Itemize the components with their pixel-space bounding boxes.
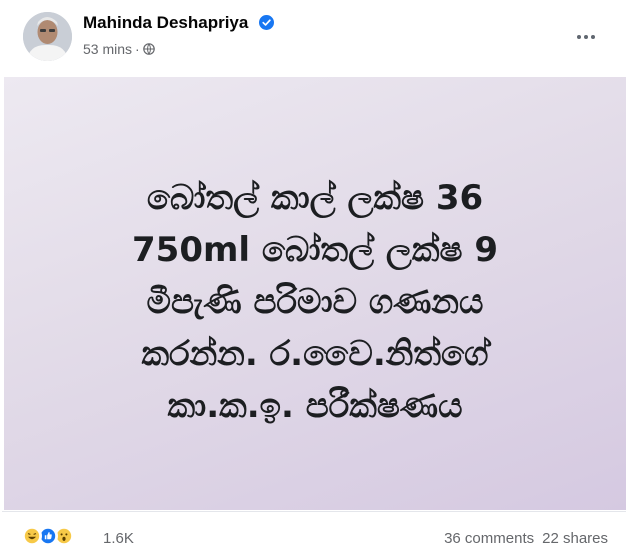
image-text-line: 750ml බෝතල් ලක්ෂ 9 [132,230,498,270]
reaction-count[interactable]: 1.6K [103,530,134,547]
post-image[interactable]: බෝතල් කාල් ලක්ෂ 36 750ml බෝතල් ලක්ෂ 9 මී… [4,77,626,510]
comments-count[interactable]: 36 comments [444,530,534,547]
author-name[interactable]: Mahinda Deshapriya [83,13,275,33]
post-card: Mahinda Deshapriya 53 mins · බෝතල් කාල් ල… [2,0,626,547]
more-options-icon [577,35,581,39]
post-header: Mahinda Deshapriya 53 mins · [2,0,626,76]
globe-icon[interactable] [142,43,155,55]
post-meta: 53 mins · [83,41,155,57]
meta-separator: · [135,41,140,57]
post-image-text: බෝතල් කාල් ලක්ෂ 36 750ml බෝතල් ලක්ෂ 9 මී… [4,172,626,432]
post-timestamp[interactable]: 53 mins [83,41,132,57]
more-options-button[interactable] [568,21,604,53]
haha-icon [22,526,42,546]
more-options-dot [591,35,595,39]
post-stats: 36 comments 22 shares [444,530,608,547]
avatar[interactable] [23,12,72,61]
more-options-dot [584,35,588,39]
image-text-line: කරන්න. ර.වෛ.නිත්ගේ [141,334,489,374]
image-text-line: බෝතල් කාල් ලක්ෂ 36 [146,178,484,218]
author-name-text[interactable]: Mahinda Deshapriya [83,13,248,32]
verified-badge-icon [259,15,275,30]
image-text-line: කා.ක.ඉ. පරීක්ෂණය [167,386,463,426]
image-text-line: මීපැණි පරිමාව ගණනය [146,282,484,322]
post-footer: 1.6K 36 comments 22 shares [2,511,626,547]
shares-count[interactable]: 22 shares [542,530,608,547]
avatar-image [23,12,72,61]
